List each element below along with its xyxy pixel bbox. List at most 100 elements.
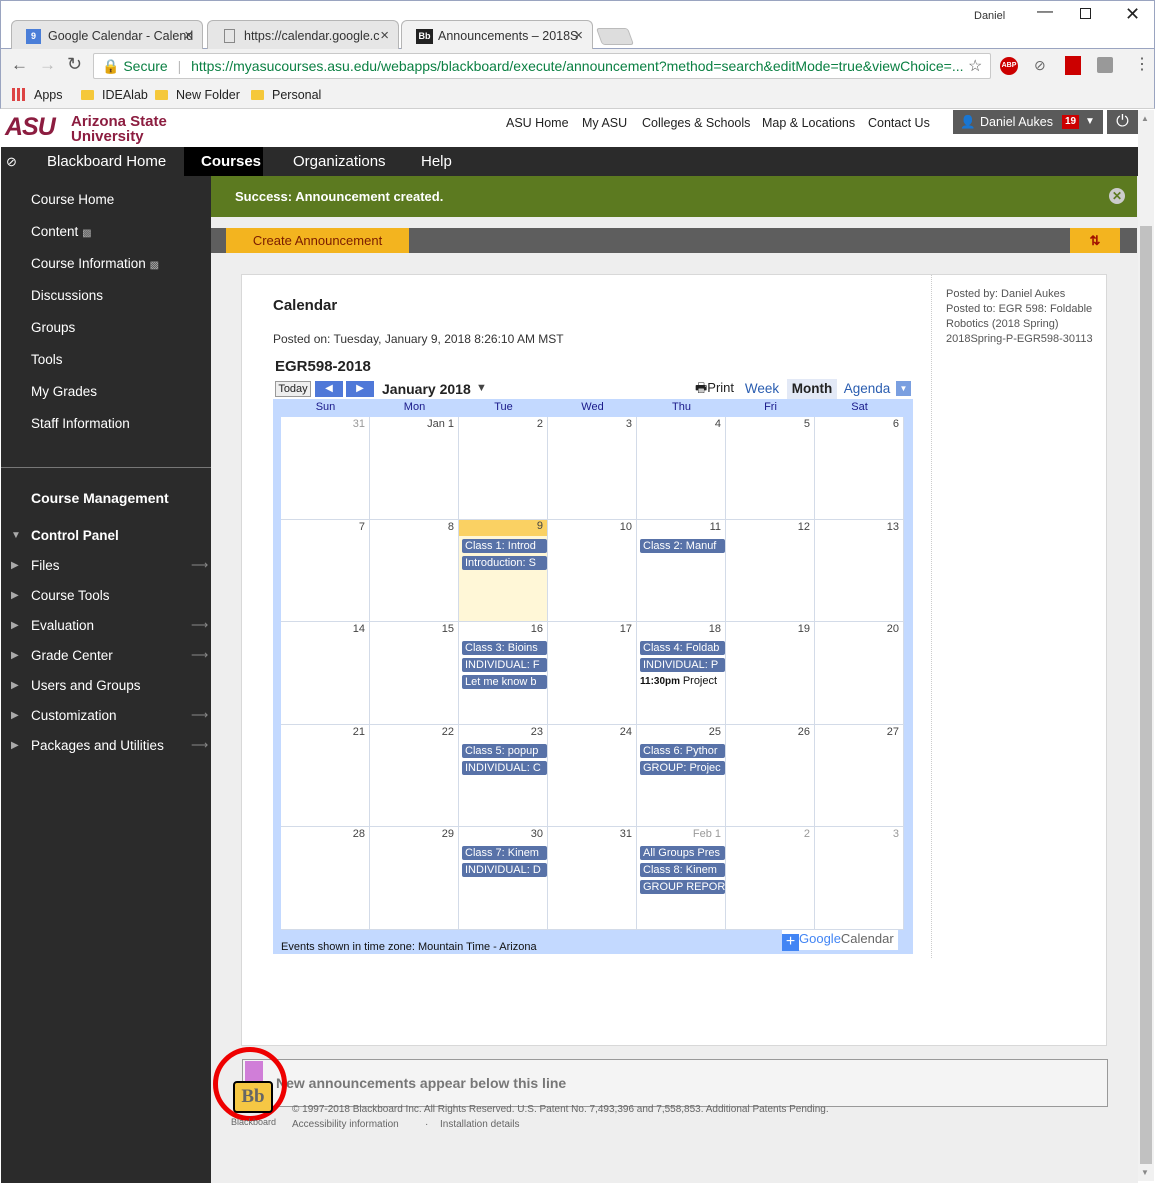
calendar-event[interactable]: Class 4: Foldab — [640, 641, 725, 655]
day-cell[interactable]: 26 — [726, 724, 815, 827]
create-announcement-button[interactable]: Create Announcement — [226, 228, 409, 253]
menu-my-grades[interactable]: My Grades — [31, 384, 97, 399]
day-cell[interactable]: 6 — [815, 417, 904, 520]
day-cell[interactable]: 12 — [726, 519, 815, 622]
day-cell[interactable]: 29 — [370, 827, 459, 930]
calendar-event[interactable]: Let me know b — [462, 675, 547, 689]
user-menu[interactable]: 👤 Daniel Aukes 19 ▼ — [953, 110, 1103, 134]
control-panel-header[interactable]: ▼ Control Panel — [11, 528, 119, 543]
menu-course-information[interactable]: Course Information ▩ — [31, 256, 159, 271]
day-cell[interactable]: 10 — [548, 519, 637, 622]
close-tab-icon[interactable]: × — [380, 27, 389, 44]
calendar-event[interactable]: 11:30pm Project — [640, 675, 717, 687]
day-cell[interactable]: 5 — [726, 417, 815, 520]
menu-kebab-icon[interactable]: ⋮ — [1134, 54, 1150, 74]
cp-files[interactable]: ▶ Files ⟶ — [11, 558, 208, 573]
view-agenda[interactable]: Agenda — [841, 379, 893, 399]
bookmark-star-icon[interactable]: ☆ — [968, 56, 982, 76]
day-cell[interactable]: 11 — [637, 519, 726, 622]
month-dropdown-icon[interactable]: ▼ — [476, 382, 487, 394]
day-cell[interactable]: 3 — [548, 417, 637, 520]
acrobat-icon[interactable] — [1065, 56, 1081, 75]
pin-menu-icon[interactable]: ⊘ — [6, 154, 17, 170]
calendar-event[interactable]: Class 3: Bioins — [462, 641, 547, 655]
day-cell[interactable]: 18 — [637, 622, 726, 725]
forward-arrow-icon[interactable]: → — [39, 55, 56, 75]
cp-evaluation[interactable]: ▶ Evaluation ⟶ — [11, 618, 208, 633]
day-cell[interactable]: 28 — [281, 827, 370, 930]
link-contact-us[interactable]: Contact Us — [868, 116, 930, 130]
prev-month-icon[interactable]: ◀ — [315, 381, 343, 397]
cp-users-and-groups[interactable]: ▶ Users and Groups — [11, 678, 141, 693]
address-bar[interactable]: 🔒 Secure | https://myasucourses.asu.edu/… — [93, 53, 991, 79]
day-cell[interactable]: 8 — [370, 519, 459, 622]
cp-customization[interactable]: ▶ Customization ⟶ — [11, 708, 208, 723]
back-arrow-icon[interactable]: ← — [11, 55, 28, 75]
day-cell[interactable]: 24 — [548, 724, 637, 827]
today-button[interactable]: Today — [275, 381, 311, 397]
adblock-icon[interactable]: ABP — [1000, 57, 1018, 75]
day-cell[interactable]: 17 — [548, 622, 637, 725]
calendar-event[interactable]: Class 2: Manuf — [640, 538, 725, 553]
close-banner-icon[interactable]: ✕ — [1109, 188, 1125, 204]
menu-discussions[interactable]: Discussions — [31, 288, 103, 303]
close-tab-icon[interactable]: × — [184, 27, 193, 44]
menu-staff-information[interactable]: Staff Information — [31, 416, 130, 431]
google-calendar-badge[interactable]: + GoogleCalendar — [782, 930, 898, 951]
tab-calendar-url[interactable]: https://calendar.google.c × — [207, 20, 399, 50]
tab-organizations[interactable]: Organizations — [277, 147, 402, 176]
calendar-event[interactable]: Class 1: Introd — [462, 538, 547, 553]
tab-help[interactable]: Help — [405, 147, 468, 176]
day-cell[interactable]: 20 — [815, 622, 904, 725]
day-cell[interactable]: 23 — [459, 724, 548, 827]
calendar-event[interactable]: Class 6: Pythor — [640, 743, 725, 758]
day-cell[interactable]: 2 — [726, 827, 815, 930]
sort-updown-icon[interactable]: ⇅ — [1070, 228, 1120, 253]
day-cell[interactable]: 15 — [370, 622, 459, 725]
scroll-down-icon[interactable]: ▼ — [1141, 1168, 1149, 1177]
calendar-event[interactable]: GROUP: Projec — [640, 760, 725, 775]
day-cell[interactable]: 30 — [459, 827, 548, 930]
menu-content[interactable]: Content ▩ — [31, 224, 92, 239]
agenda-dropdown-icon[interactable]: ▼ — [896, 381, 911, 396]
calendar-event[interactable]: Class 5: popup — [462, 743, 547, 758]
bookmark-personal[interactable]: Personal — [251, 88, 321, 102]
day-cell[interactable]: 14 — [281, 622, 370, 725]
day-cell[interactable]: 9 — [459, 519, 548, 622]
installation-details-link[interactable]: Installation details — [440, 1119, 520, 1130]
close-tab-icon[interactable]: × — [574, 27, 583, 44]
bookmark-idealab[interactable]: IDEAlab — [81, 88, 148, 102]
day-cell[interactable]: Feb 1 — [637, 827, 726, 930]
link-map-locations[interactable]: Map & Locations — [762, 116, 855, 130]
calendar-event[interactable]: All Groups Pres — [640, 846, 725, 860]
close-window-icon[interactable]: ✕ — [1125, 4, 1140, 25]
day-cell[interactable]: 21 — [281, 724, 370, 827]
calendar-event[interactable]: GROUP REPORT — [640, 880, 725, 894]
cp-grade-center[interactable]: ▶ Grade Center ⟶ — [11, 648, 208, 663]
day-cell[interactable]: Jan 1 — [370, 417, 459, 520]
view-week[interactable]: Week — [740, 379, 784, 399]
profile-name[interactable]: Daniel — [974, 10, 1005, 22]
day-cell[interactable]: 27 — [815, 724, 904, 827]
menu-tools[interactable]: Tools — [31, 352, 63, 367]
day-cell[interactable]: 19 — [726, 622, 815, 725]
calendar-event[interactable]: INDIVIDUAL: F — [462, 658, 547, 672]
calendar-event[interactable]: INDIVIDUAL: P — [640, 658, 725, 672]
calendar-event[interactable]: Introduction: S — [462, 555, 547, 570]
day-cell[interactable]: 25 — [637, 724, 726, 827]
scroll-up-icon[interactable]: ▲ — [1141, 114, 1149, 123]
day-cell[interactable]: 7 — [281, 519, 370, 622]
bookmark-new-folder[interactable]: New Folder — [155, 88, 240, 102]
minimize-icon[interactable]: — — [1037, 3, 1053, 21]
calendar-event[interactable]: INDIVIDUAL: C — [462, 760, 547, 775]
day-cell[interactable]: 2 — [459, 417, 548, 520]
day-cell[interactable]: 22 — [370, 724, 459, 827]
next-month-icon[interactable]: ▶ — [346, 381, 374, 397]
calendar-event[interactable]: Class 7: Kinem — [462, 846, 547, 860]
day-cell[interactable]: 3 — [815, 827, 904, 930]
tab-courses[interactable]: Courses — [184, 147, 263, 176]
day-cell[interactable]: 16 — [459, 622, 548, 725]
link-colleges-schools[interactable]: Colleges & Schools — [642, 116, 750, 130]
menu-course-home[interactable]: Course Home — [31, 192, 114, 207]
tab-blackboard-home[interactable]: Blackboard Home — [31, 147, 182, 176]
